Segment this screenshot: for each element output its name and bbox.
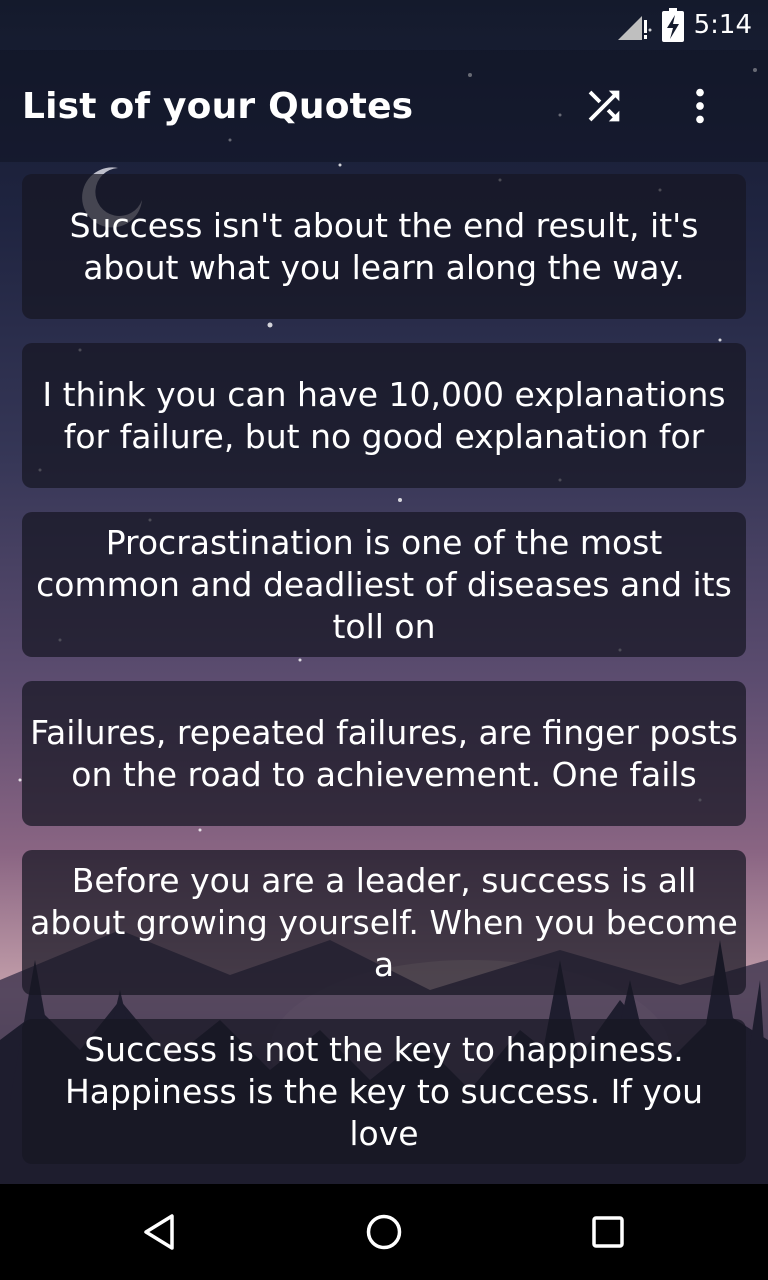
status-bar: 5:14 [0, 0, 768, 50]
quote-card[interactable]: Failures, repeated failures, are finger … [22, 681, 746, 826]
app-title: List of your Quotes [22, 86, 414, 127]
quote-list[interactable]: Success isn't about the end result, it's… [22, 174, 746, 1184]
quote-card[interactable]: Procrastination is one of the most commo… [22, 512, 746, 657]
shuffle-icon [588, 90, 620, 122]
home-button[interactable] [354, 1202, 414, 1262]
quote-text: Success isn't about the end result, it's… [69, 205, 699, 287]
quote-card[interactable]: Success is not the key to happiness. Hap… [22, 1019, 746, 1164]
back-button[interactable] [130, 1202, 190, 1262]
quote-text: I think you can have 10,000 explanations… [42, 374, 726, 456]
shuffle-button[interactable] [576, 78, 632, 134]
quote-card[interactable]: Success isn't about the end result, it's… [22, 174, 746, 319]
back-icon [144, 1214, 174, 1250]
more-options-button[interactable] [672, 78, 728, 134]
quote-card[interactable]: I think you can have 10,000 explanations… [22, 343, 746, 488]
navigation-bar [0, 1184, 768, 1280]
recents-icon [592, 1216, 624, 1248]
quote-text: Before you are a leader, success is all … [30, 860, 738, 984]
recents-button[interactable] [578, 1202, 638, 1262]
quote-text: Success is not the key to happiness. Hap… [64, 1029, 704, 1153]
home-icon [366, 1214, 402, 1250]
signal-icon [618, 12, 648, 44]
quote-card[interactable]: Before you are a leader, success is all … [22, 850, 746, 995]
quote-text: Procrastination is one of the most commo… [36, 522, 732, 646]
more-vert-icon [696, 88, 704, 124]
battery-charging-icon [662, 8, 684, 46]
app-bar: List of your Quotes [0, 50, 768, 162]
status-time: 5:14 [693, 10, 752, 40]
quote-text: Failures, repeated failures, are finger … [30, 712, 738, 794]
